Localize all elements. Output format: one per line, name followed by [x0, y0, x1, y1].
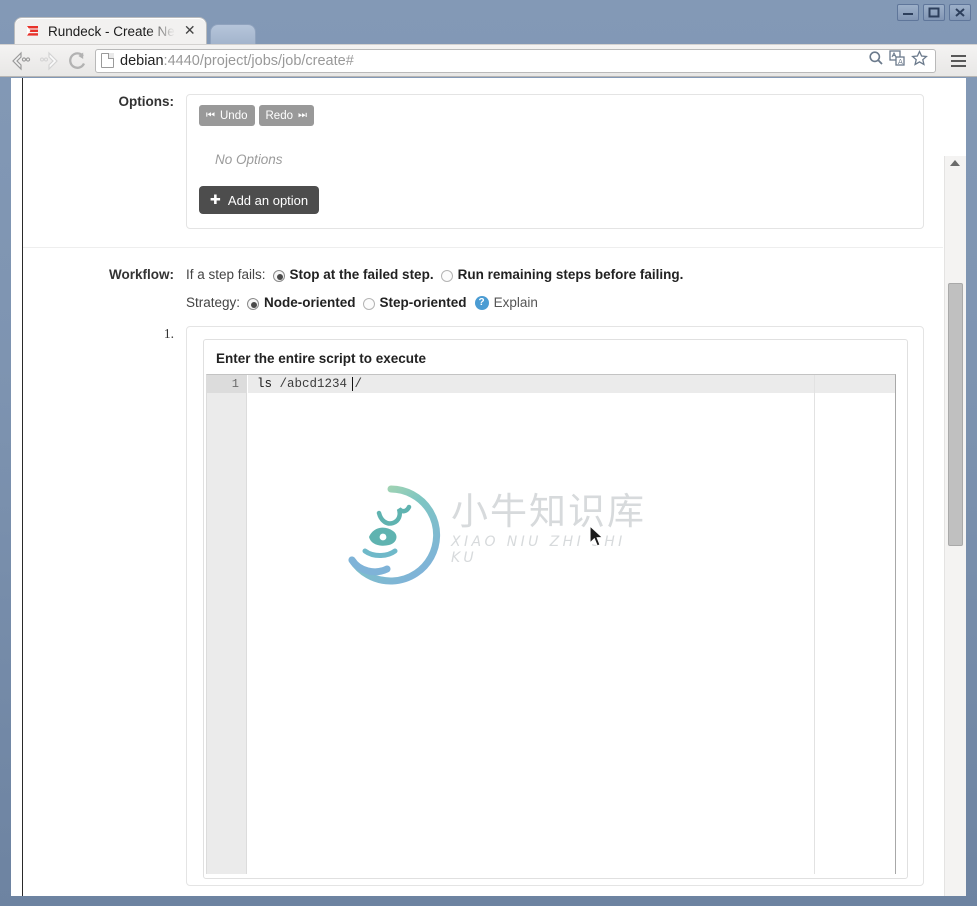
radio-step-oriented[interactable]	[362, 297, 375, 310]
reload-icon[interactable]	[63, 47, 91, 75]
tab-title: Rundeck - Create Ne	[48, 23, 175, 39]
page-viewport: Options: ⏮ Undo Redo ⏭ No Options ✚ Add …	[11, 78, 966, 896]
url-path: :4440/project/jobs/job/create#	[163, 52, 354, 69]
undo-button[interactable]: ⏮ Undo	[199, 105, 255, 126]
scrollbar-thumb[interactable]	[948, 283, 963, 546]
page-icon	[101, 53, 114, 68]
text-caret	[352, 377, 353, 391]
tab-close-icon[interactable]: ✕	[182, 24, 198, 38]
strategy-label: Strategy:	[186, 295, 241, 310]
url-bar[interactable]: debian:4440/project/jobs/job/create# A	[95, 48, 936, 73]
options-label: Options:	[118, 94, 175, 109]
add-option-label: Add an option	[227, 192, 309, 208]
workflow-row: Workflow: If a step fails: Stop at the f…	[23, 248, 943, 310]
browser-toolbar: debian:4440/project/jobs/job/create# A	[0, 44, 977, 77]
radio-node-oriented[interactable]	[247, 297, 260, 310]
label-run-remaining-steps: Run remaining steps before failing.	[457, 267, 684, 282]
new-tab-button[interactable]	[209, 24, 256, 44]
search-icon[interactable]	[868, 50, 884, 71]
radio-run-remaining-steps[interactable]	[440, 269, 453, 282]
editor-print-margin	[814, 375, 815, 874]
options-panel: ⏮ Undo Redo ⏭ No Options ✚ Add an option	[186, 94, 924, 229]
page-scrollbar[interactable]	[944, 156, 966, 896]
back-arrow-icon[interactable]	[7, 47, 35, 75]
plus-icon: ✚	[210, 192, 221, 208]
rundeck-logo-icon	[25, 23, 41, 39]
code-token-command: ls	[257, 377, 273, 391]
browser-window: Rundeck - Create Ne ✕ debian:4440/projec…	[0, 0, 977, 906]
svg-text:A: A	[898, 58, 903, 66]
minimize-button[interactable]	[897, 4, 919, 21]
step-fails-line: If a step fails: Stop at the failed step…	[186, 267, 931, 282]
translate-icon[interactable]: A	[889, 50, 906, 71]
url-host: debian	[120, 52, 164, 69]
star-icon[interactable]	[911, 49, 928, 71]
radio-stop-at-failed-step[interactable]	[272, 269, 285, 282]
forward-arrow-icon[interactable]	[35, 47, 63, 75]
script-step-card: Enter the entire script to execute 1 ls …	[203, 339, 908, 879]
step-panel: Enter the entire script to execute 1 ls …	[186, 326, 924, 886]
hamburger-menu-icon[interactable]	[946, 49, 970, 73]
window-controls	[897, 4, 971, 21]
script-code-editor[interactable]: 1 ls /abcd1234 /	[206, 374, 896, 874]
redo-button[interactable]: Redo ⏭	[258, 105, 314, 126]
title-bar: Rundeck - Create Ne ✕	[0, 0, 977, 44]
redo-label: Redo	[265, 109, 294, 122]
scroll-up-arrow-icon[interactable]	[950, 160, 960, 166]
script-step-title: Enter the entire script to execute	[216, 351, 427, 366]
page-body: Options: ⏮ Undo Redo ⏭ No Options ✚ Add …	[11, 78, 943, 896]
close-button[interactable]	[949, 4, 971, 21]
step-backward-icon: ⏮	[206, 110, 215, 121]
workflow-body: If a step fails: Stop at the failed step…	[186, 267, 931, 310]
code-token-argument: /abcd1234 /	[272, 377, 363, 391]
editor-line-number: 1	[207, 375, 246, 393]
maximize-button[interactable]	[923, 4, 945, 21]
label-stop-at-failed-step: Stop at the failed step.	[289, 267, 434, 282]
step-fails-label: If a step fails:	[186, 267, 266, 282]
tab-strip: Rundeck - Create Ne ✕	[14, 17, 256, 44]
workflow-label: Workflow:	[109, 267, 174, 282]
workflow-step-1: 1. Enter the entire script to execute 1	[23, 326, 943, 886]
editor-gutter: 1	[207, 375, 247, 874]
editor-code-line-1: ls /abcd1234 /	[257, 375, 362, 393]
undo-label: Undo	[220, 109, 248, 122]
undo-redo-group: ⏮ Undo Redo ⏭	[199, 105, 911, 126]
help-icon[interactable]: ?	[474, 295, 489, 310]
url-action-icons: A	[868, 49, 930, 71]
browser-tab-rundeck[interactable]: Rundeck - Create Ne ✕	[14, 17, 207, 44]
add-option-button[interactable]: ✚ Add an option	[199, 186, 320, 214]
no-options-text: No Options	[215, 152, 283, 167]
options-row: Options: ⏮ Undo Redo ⏭ No Options ✚ Add …	[23, 78, 943, 247]
editor-code-area[interactable]: ls /abcd1234 /	[248, 375, 895, 874]
url-text: debian:4440/project/jobs/job/create#	[120, 53, 354, 69]
page-content: Options: ⏮ Undo Redo ⏭ No Options ✚ Add …	[22, 78, 943, 896]
step-forward-icon: ⏭	[298, 110, 307, 121]
label-step-oriented: Step-oriented	[379, 295, 467, 310]
label-node-oriented: Node-oriented	[264, 295, 356, 310]
step-number: 1.	[163, 326, 174, 341]
explain-link[interactable]: Explain	[494, 295, 538, 310]
strategy-line: Strategy: Node-oriented Step-oriented ? …	[186, 295, 931, 310]
